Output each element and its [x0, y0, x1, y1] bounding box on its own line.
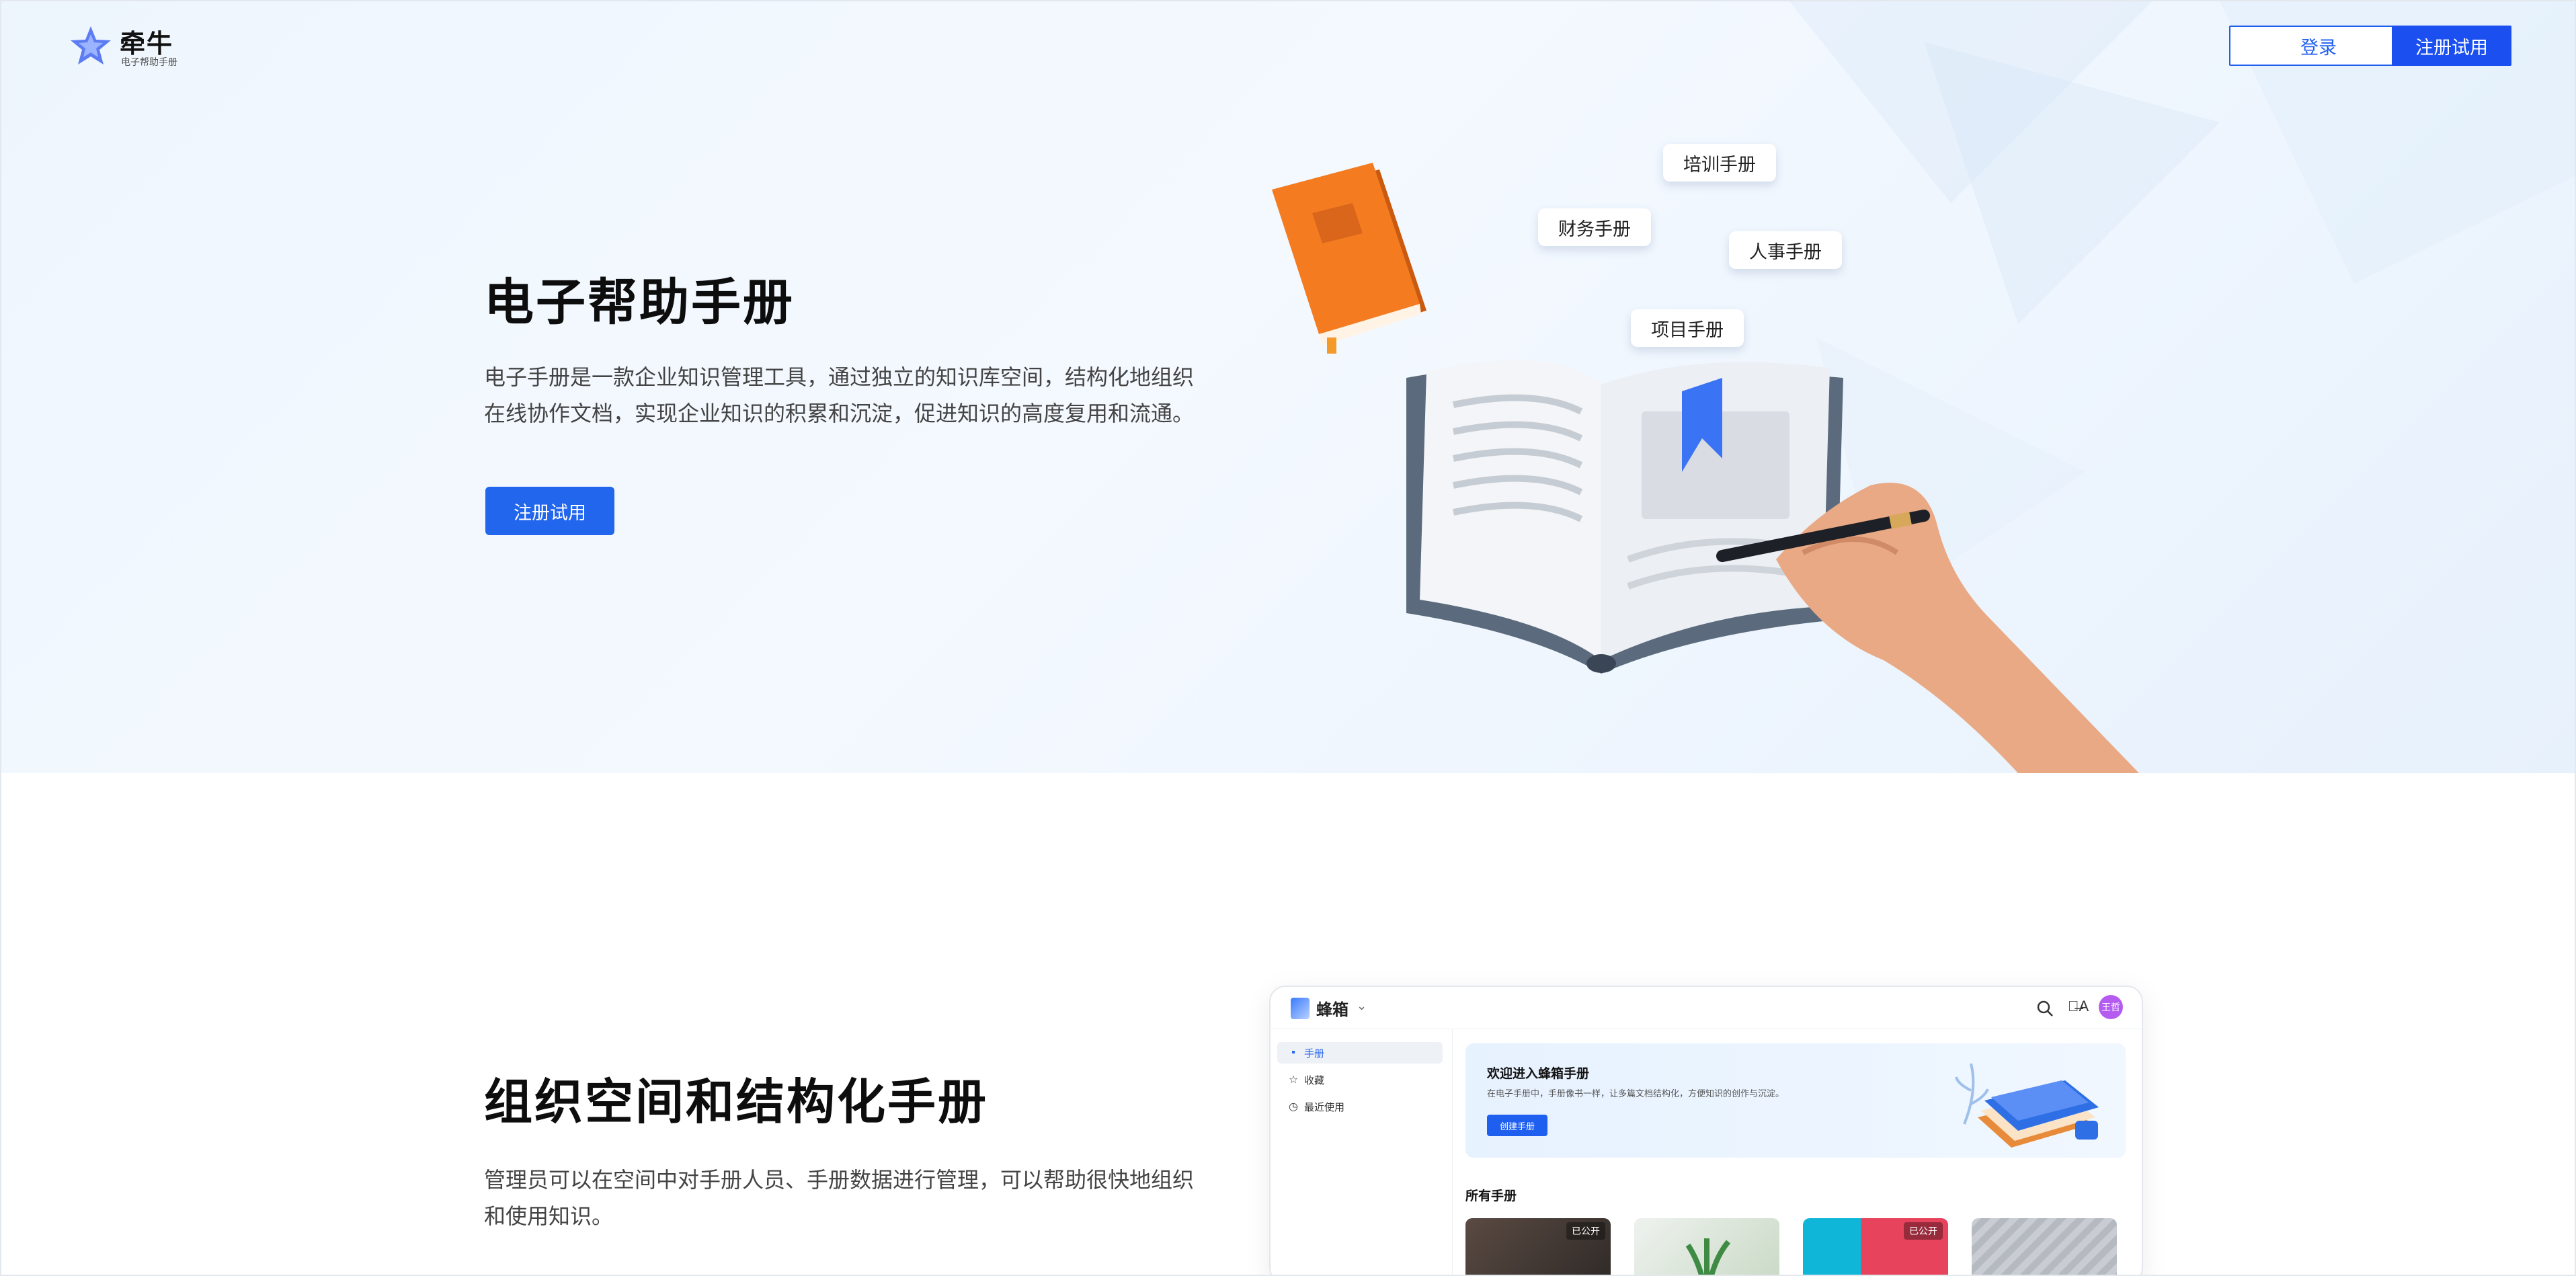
chevron-down-icon: ⌄	[1357, 999, 1367, 1012]
workspace-name: 蜂箱	[1316, 1001, 1349, 1019]
books-stack-illustration	[1955, 1063, 2099, 1148]
star-icon: ☆	[1288, 1074, 1299, 1086]
manual-card: 已公开	[1465, 1218, 1611, 1275]
register-trial-button[interactable]: 注册试用	[2392, 26, 2511, 66]
hero-description: 电子手册是一款企业知识管理工具，通过独立的知识库空间，结构化地组织在线协作文档，…	[484, 365, 1195, 426]
banner-subtitle: 在电子手册中，手册像书一样，让多篇文档结构化，方便知识的创作与沉淀。	[1487, 1088, 1785, 1099]
manual-card	[1634, 1218, 1779, 1275]
section-title: 组织空间和结构化手册	[484, 1076, 989, 1129]
banner-title: 欢迎进入蜂箱手册	[1487, 1067, 1590, 1081]
book-icon: ▪	[1291, 1047, 1295, 1058]
brand-name: 牵牛	[120, 30, 174, 58]
create-manual-button: 创建手册	[1487, 1115, 1547, 1136]
sidebar-item-recent: ◷ 最近使用	[1277, 1096, 1443, 1117]
clock-icon: ◷	[1289, 1101, 1298, 1113]
workspace-logo-icon	[1291, 998, 1310, 1019]
hero-section: 牵牛 电子帮助手册 登录 注册试用 电子帮助手册 电子手册是一款企业知识管理工具…	[1, 1, 2575, 773]
translate-icon: 文̶A	[2068, 998, 2089, 1014]
orange-book-icon	[1272, 163, 1426, 354]
sidebar-item-label: 手册	[1304, 1047, 1325, 1060]
mockup-topbar: 蜂箱 ⌄ 文̶A 王哲	[1271, 987, 2142, 1029]
hero-register-button[interactable]: 注册试用	[485, 487, 614, 535]
login-button[interactable]: 登录	[2229, 26, 2408, 66]
brand-subtitle: 电子帮助手册	[121, 56, 177, 67]
manual-card: 已公开	[1803, 1218, 1948, 1275]
manual-card	[1972, 1218, 2117, 1275]
mockup-sidebar: ▪ 手册 ☆ 收藏 ◷ 最近使用	[1271, 1029, 1453, 1275]
page-frame: 牵牛 电子帮助手册 登录 注册试用 电子帮助手册 电子手册是一款企业知识管理工具…	[0, 0, 2576, 1276]
brand-logo-icon[interactable]	[69, 24, 113, 69]
sidebar-item-favorites: ☆ 收藏	[1277, 1069, 1443, 1090]
status-badge: 已公开	[1566, 1222, 1605, 1240]
sidebar-item-label: 收藏	[1304, 1074, 1325, 1086]
open-book-illustration	[1272, 163, 2139, 773]
app-screenshot-mockup: 蜂箱 ⌄ 文̶A 王哲 ▪ 手册 ☆ 收藏 ◷ 最近使用 欢迎进入蜂箱手册 在电…	[1269, 986, 2143, 1275]
avatar: 王哲	[2099, 995, 2123, 1019]
welcome-banner: 欢迎进入蜂箱手册 在电子手册中，手册像书一样，让多篇文档结构化，方便知识的创作与…	[1465, 1043, 2126, 1158]
sidebar-item-manual: ▪ 手册	[1277, 1042, 1443, 1064]
section-description: 管理员可以在空间中对手册人员、手册数据进行管理，可以帮助很快地组织和使用知识。	[484, 1168, 1195, 1228]
plant-icon	[1685, 1238, 1731, 1275]
book-pages	[1406, 360, 1843, 674]
all-manuals-title: 所有手册	[1465, 1189, 1517, 1203]
search-icon	[2037, 1000, 2053, 1016]
hero-title: 电子帮助手册	[484, 274, 795, 330]
sidebar-item-label: 最近使用	[1304, 1101, 1345, 1113]
status-badge: 已公开	[1904, 1222, 1943, 1240]
